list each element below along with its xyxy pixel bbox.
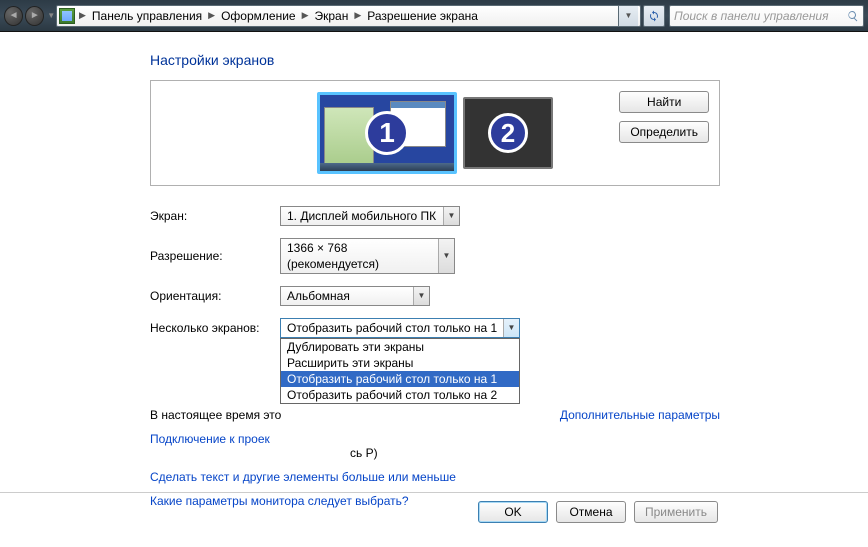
- projector-suffix: сь P): [350, 446, 378, 460]
- multiple-displays-option[interactable]: Расширить эти экраны: [281, 355, 519, 371]
- preview-side-buttons: Найти Определить: [619, 91, 709, 143]
- screen-select[interactable]: 1. Дисплей мобильного ПК ▼: [280, 206, 460, 226]
- multiple-displays-select[interactable]: Отобразить рабочий стол только на 1 ▼: [280, 318, 520, 338]
- address-bar: ◄ ► ▼ ▶ Панель управления ▶ Оформление ▶…: [0, 0, 868, 32]
- breadcrumb-bar[interactable]: ▶ Панель управления ▶ Оформление ▶ Экран…: [56, 5, 641, 27]
- settings-form: Экран: 1. Дисплей мобильного ПК ▼ Разреш…: [150, 206, 720, 508]
- label-resolution: Разрешение:: [150, 249, 280, 263]
- chevron-right-icon[interactable]: ▶: [300, 10, 311, 21]
- resolution-select[interactable]: 1366 × 768 (рекомендуется) ▼: [280, 238, 455, 274]
- chevron-right-icon[interactable]: ▶: [352, 10, 363, 21]
- chevron-right-icon[interactable]: ▶: [206, 10, 217, 21]
- breadcrumb: ▶ Панель управления ▶ Оформление ▶ Экран…: [77, 6, 618, 26]
- multiple-displays-option[interactable]: Дублировать эти экраны: [281, 339, 519, 355]
- projector-link[interactable]: Подключение к проек: [150, 432, 720, 446]
- monitor-preview-panel: 1 2 Найти Определить: [150, 80, 720, 186]
- content: Настройки экранов 1 2 Найти Определить Э…: [0, 32, 868, 492]
- chevron-down-icon: ▼: [438, 239, 454, 273]
- nav-history-dropdown[interactable]: ▼: [46, 6, 56, 26]
- find-button[interactable]: Найти: [619, 91, 709, 113]
- search-icon: [847, 10, 859, 22]
- refresh-button[interactable]: [643, 5, 665, 27]
- resolution-select-value: 1366 × 768 (рекомендуется): [287, 241, 379, 271]
- monitor-1-number: 1: [365, 111, 409, 155]
- multiple-displays-dropdown: Дублировать эти экраныРасширить эти экра…: [280, 338, 520, 404]
- chevron-down-icon: ▼: [413, 287, 429, 305]
- multiple-displays-option[interactable]: Отобразить рабочий стол только на 2: [281, 387, 519, 403]
- ok-button[interactable]: OK: [478, 501, 548, 523]
- identify-button[interactable]: Определить: [619, 121, 709, 143]
- crumb-resolution[interactable]: Разрешение экрана: [363, 6, 482, 26]
- orientation-select[interactable]: Альбомная ▼: [280, 286, 430, 306]
- text-size-link[interactable]: Сделать текст и другие элементы больше и…: [150, 470, 720, 484]
- crumb-control-panel[interactable]: Панель управления: [88, 6, 206, 26]
- monitor-2-number: 2: [488, 113, 528, 153]
- multiple-displays-option[interactable]: Отобразить рабочий стол только на 1: [281, 371, 519, 387]
- screen-select-value: 1. Дисплей мобильного ПК: [287, 209, 436, 223]
- advanced-settings-link[interactable]: Дополнительные параметры: [560, 408, 720, 422]
- refresh-icon: [648, 10, 660, 22]
- taskbar-icon: [320, 163, 454, 171]
- multiple-displays-value: Отобразить рабочий стол только на 1: [287, 321, 497, 335]
- crumb-display[interactable]: Экран: [311, 6, 353, 26]
- chevron-down-icon: ▼: [503, 319, 519, 337]
- nav-forward-button[interactable]: ►: [25, 6, 44, 26]
- crumb-appearance[interactable]: Оформление: [217, 6, 299, 26]
- monitor-1[interactable]: 1: [317, 92, 457, 174]
- label-orientation: Ориентация:: [150, 289, 280, 303]
- orientation-select-value: Альбомная: [287, 289, 350, 303]
- chevron-right-icon[interactable]: ▶: [77, 10, 88, 21]
- path-dropdown[interactable]: ▼: [618, 5, 638, 27]
- search-input[interactable]: Поиск в панели управления: [669, 5, 864, 27]
- label-screen: Экран:: [150, 209, 280, 223]
- apply-button: Применить: [634, 501, 718, 523]
- cancel-button[interactable]: Отмена: [556, 501, 626, 523]
- page-title: Настройки экранов: [150, 52, 868, 68]
- nav-back-button[interactable]: ◄: [4, 6, 23, 26]
- current-display-text: В настоящее время это: [150, 408, 281, 422]
- chevron-down-icon: ▼: [443, 207, 459, 225]
- label-multiple-displays: Несколько экранов:: [150, 321, 280, 335]
- control-panel-icon: [59, 8, 75, 24]
- footer: OK Отмена Применить: [0, 492, 868, 523]
- nav-arrows: ◄ ► ▼: [4, 6, 56, 26]
- search-placeholder: Поиск в панели управления: [674, 9, 847, 23]
- monitor-2[interactable]: 2: [463, 97, 553, 169]
